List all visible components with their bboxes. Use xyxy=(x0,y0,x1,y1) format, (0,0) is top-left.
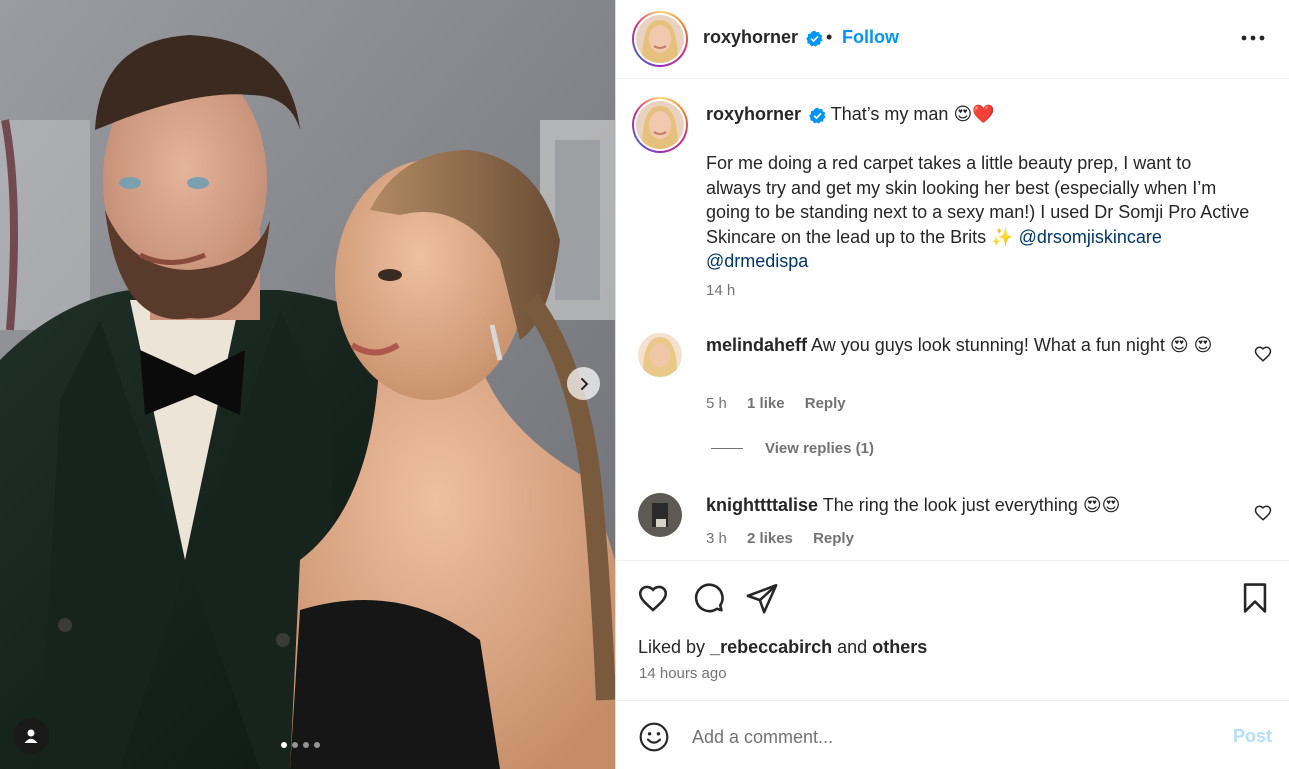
post-actions: Liked by _rebeccabirch and others 14 hou… xyxy=(616,560,1289,700)
post-timestamp[interactable]: 14 hours ago xyxy=(639,665,727,682)
comment-timestamp[interactable]: 3 h xyxy=(706,530,727,547)
comment-like-icon[interactable] xyxy=(1254,345,1272,363)
comment-body: Aw you guys look stunning! What a fun ni… xyxy=(811,335,1213,355)
author-username[interactable]: roxyhorner xyxy=(703,27,823,48)
liked-by-and: and xyxy=(837,637,868,657)
view-replies-label[interactable]: View replies (1) xyxy=(765,440,874,457)
caption-author-avatar[interactable] xyxy=(632,97,688,153)
comment-icon[interactable] xyxy=(691,581,725,615)
post-header: roxyhorner • Follow xyxy=(616,0,1289,79)
liked-by-prefix: Liked by xyxy=(638,637,706,657)
header-separator: • xyxy=(826,27,833,47)
caption-body: For me doing a red carpet takes a little… xyxy=(706,151,1251,274)
carousel-dot xyxy=(292,742,298,748)
carousel-next-button[interactable] xyxy=(567,367,600,400)
caption-headline: roxyhorner That’s my man 😍❤️ xyxy=(706,103,995,125)
comment-composer: Post xyxy=(616,700,1289,769)
comment-reply-button[interactable]: Reply xyxy=(813,530,854,547)
comment-timestamp[interactable]: 5 h xyxy=(706,395,727,412)
comment-like-icon[interactable] xyxy=(1254,504,1272,522)
tagged-users-button[interactable] xyxy=(13,718,49,754)
post-sidebar: roxyhorner • Follow roxyhorner That’s my… xyxy=(615,0,1289,769)
red-carpet-photo xyxy=(0,0,615,769)
more-horizontal-icon xyxy=(1241,35,1265,41)
comment-username[interactable]: knighttttalise xyxy=(706,495,818,515)
caption-body-text: For me doing a red carpet takes a little… xyxy=(706,153,1250,247)
more-options-button[interactable] xyxy=(1239,26,1267,50)
avatar-image xyxy=(638,333,682,377)
mention-link[interactable]: @drsomjiskincare xyxy=(1019,227,1162,247)
comment-likes-count[interactable]: 1 like xyxy=(747,395,785,412)
avatar-image xyxy=(636,15,684,63)
avatar-image xyxy=(638,493,682,537)
carousel-dot xyxy=(281,742,287,748)
view-replies-button[interactable]: View replies (1) xyxy=(711,440,874,457)
caption-meta: 14 h xyxy=(706,282,735,299)
comment-meta: 3 h 2 likes Reply xyxy=(706,530,870,547)
caption-username[interactable]: roxyhorner xyxy=(706,104,801,124)
view-replies-divider xyxy=(711,448,743,449)
avatar-image xyxy=(636,101,684,149)
carousel-indicator xyxy=(281,742,320,748)
carousel-dot xyxy=(314,742,320,748)
commenter-avatar[interactable] xyxy=(638,493,682,537)
bookmark-icon[interactable] xyxy=(1238,581,1272,615)
caption-headline-text: That’s my man 😍❤️ xyxy=(830,104,995,124)
emoji-icon[interactable] xyxy=(638,721,670,753)
heart-icon[interactable] xyxy=(636,581,670,615)
user-tag-icon xyxy=(24,729,38,743)
comment-likes-count[interactable]: 2 likes xyxy=(747,530,793,547)
comment-text: melindaheff Aw you guys look stunning! W… xyxy=(706,333,1246,358)
author-username-text[interactable]: roxyhorner xyxy=(703,27,798,47)
comment-meta: 5 h 1 like Reply xyxy=(706,395,862,412)
comment-input[interactable] xyxy=(692,723,1212,751)
post-photo[interactable] xyxy=(0,0,615,769)
comments-list[interactable]: roxyhorner That’s my man 😍❤️ For me doin… xyxy=(616,80,1289,560)
author-avatar[interactable] xyxy=(632,11,688,67)
commenter-avatar[interactable] xyxy=(638,333,682,377)
verified-badge-icon xyxy=(806,30,823,47)
carousel-dot xyxy=(303,742,309,748)
chevron-right-icon xyxy=(580,377,588,390)
comment-username[interactable]: melindaheff xyxy=(706,335,807,355)
post-comment-button[interactable]: Post xyxy=(1233,726,1272,747)
verified-badge-icon xyxy=(809,107,826,124)
comment-body: The ring the look just everything 😍😍 xyxy=(822,495,1121,515)
caption-timestamp[interactable]: 14 h xyxy=(706,282,735,299)
liked-by-user[interactable]: _rebeccabirch xyxy=(710,637,832,657)
liked-by-others[interactable]: others xyxy=(872,637,927,657)
liked-by-summary: Liked by _rebeccabirch and others xyxy=(638,637,927,658)
mention-link[interactable]: @drmedispa xyxy=(706,251,808,271)
follow-button[interactable]: Follow xyxy=(842,27,899,48)
comment-text: knighttttalise The ring the look just ev… xyxy=(706,493,1246,518)
share-icon[interactable] xyxy=(745,581,779,615)
comment-reply-button[interactable]: Reply xyxy=(805,395,846,412)
